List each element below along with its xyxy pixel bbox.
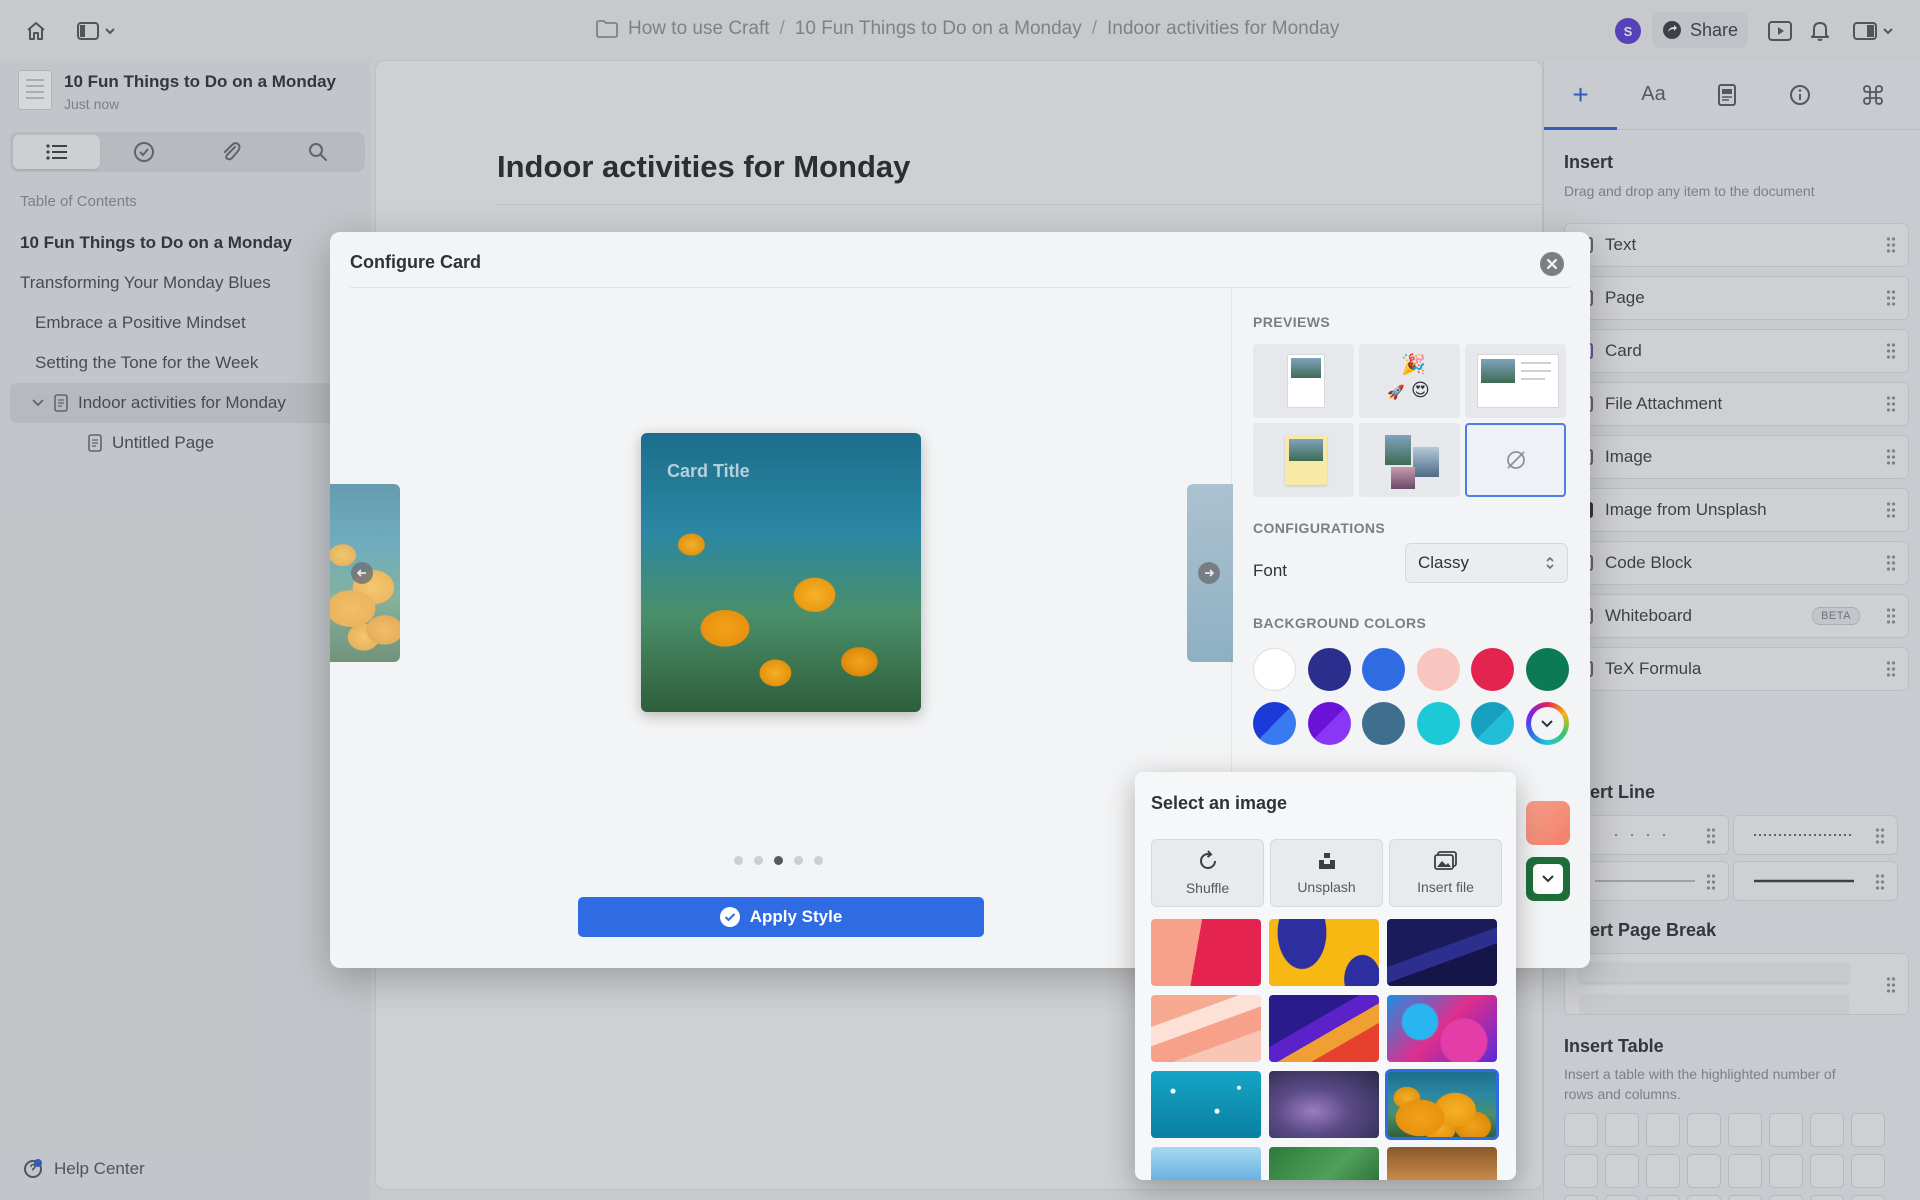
image-thumbnail[interactable] <box>1151 1147 1261 1180</box>
image-grid <box>1151 919 1499 1180</box>
carousel-dot[interactable] <box>734 856 743 865</box>
font-label: Font <box>1253 561 1288 580</box>
color-swatch[interactable] <box>1362 648 1405 691</box>
color-swatch[interactable] <box>1471 648 1514 691</box>
image-icon <box>1433 851 1457 870</box>
card-title: Card Title <box>667 461 750 481</box>
insert-file-button[interactable]: Insert file <box>1389 839 1502 907</box>
font-select[interactable]: Classy <box>1405 543 1568 583</box>
previous-arrow-button[interactable] <box>351 562 373 584</box>
image-thumbnail[interactable] <box>1269 919 1379 986</box>
image-thumbnail[interactable] <box>1269 1071 1379 1138</box>
carousel-dot[interactable] <box>794 856 803 865</box>
select-image-popover: Select an image Shuffle Unsplash Insert … <box>1135 772 1516 1180</box>
image-thumbnail[interactable] <box>1269 1147 1379 1180</box>
card-preview[interactable]: Card Title <box>641 433 921 712</box>
carousel-dot[interactable] <box>814 856 823 865</box>
color-swatch[interactable] <box>1525 648 1569 691</box>
heart-eyes-icon: 😍 <box>1411 380 1430 400</box>
popover-title: Select an image <box>1151 793 1288 813</box>
color-swatch[interactable] <box>1253 648 1296 691</box>
popover-actions: Shuffle Unsplash Insert file <box>1151 839 1502 907</box>
image-background-swatch[interactable] <box>1526 801 1570 845</box>
image-thumbnail[interactable] <box>1269 995 1379 1062</box>
color-swatch[interactable] <box>1253 702 1296 745</box>
previews-heading: PREVIEWS <box>1253 314 1331 330</box>
close-icon <box>1547 259 1557 269</box>
rocket-icon: 🚀 <box>1387 384 1405 400</box>
chevron-down-icon <box>1542 875 1554 883</box>
preview-option-side-by-side[interactable] <box>1465 344 1566 418</box>
image-thumbnail[interactable] <box>1151 1071 1261 1138</box>
preview-option-none[interactable] <box>1465 423 1566 497</box>
next-arrow-button[interactable] <box>1198 562 1220 584</box>
preview-option-collage[interactable] <box>1359 423 1460 497</box>
modal-title: Configure Card <box>350 252 482 272</box>
image-thumbnail[interactable] <box>1387 919 1497 986</box>
carousel-dot[interactable] <box>754 856 763 865</box>
image-thumbnail[interactable] <box>1387 1147 1497 1180</box>
insert-file-label: Insert file <box>1417 879 1474 895</box>
apply-style-button[interactable]: Apply Style <box>578 897 984 937</box>
image-thumbnail[interactable] <box>1387 995 1497 1062</box>
arrow-right-icon <box>1205 569 1215 577</box>
check-circle-icon <box>719 907 740 927</box>
carousel-dot[interactable] <box>774 856 783 865</box>
shuffle-button[interactable]: Shuffle <box>1151 839 1264 907</box>
preview-option-sticky-note[interactable] <box>1253 423 1354 497</box>
party-icon: 🎉 <box>1401 354 1426 376</box>
image-thumbnail-selected[interactable] <box>1385 1069 1499 1140</box>
image-picker-toggle[interactable] <box>1526 857 1570 901</box>
color-swatch[interactable] <box>1416 648 1460 691</box>
refresh-icon <box>1199 850 1216 869</box>
unsplash-icon <box>1318 853 1335 869</box>
font-select-value: Classy <box>1418 553 1470 572</box>
divider <box>350 287 1570 288</box>
custom-color-button[interactable] <box>1525 702 1569 745</box>
close-button[interactable] <box>1540 252 1564 276</box>
shuffle-label: Shuffle <box>1185 880 1230 896</box>
color-swatch[interactable] <box>1362 702 1405 745</box>
color-swatch[interactable] <box>1471 702 1514 745</box>
image-thumbnail[interactable] <box>1151 995 1261 1062</box>
preview-option-card-doc[interactable] <box>1253 344 1354 418</box>
background-colors-heading: BACKGROUND COLORS <box>1253 615 1427 631</box>
apply-style-label: Apply Style <box>749 907 843 926</box>
carousel-pagination[interactable] <box>734 856 823 865</box>
arrow-left-icon <box>356 569 366 577</box>
color-swatch[interactable] <box>1307 648 1351 691</box>
image-thumbnail[interactable] <box>1151 919 1261 986</box>
no-preview-icon <box>1506 451 1525 469</box>
configurations-heading: CONFIGURATIONS <box>1253 520 1386 536</box>
chevron-updown-icon <box>1546 556 1554 570</box>
preview-option-emoji[interactable]: 🎉 🚀 😍 <box>1359 344 1460 418</box>
previews-grid: 🎉 🚀 😍 <box>1253 344 1566 497</box>
color-swatch[interactable] <box>1307 702 1351 745</box>
color-swatch[interactable] <box>1416 702 1460 745</box>
chevron-down-icon <box>1541 719 1553 727</box>
unsplash-button[interactable]: Unsplash <box>1270 839 1383 907</box>
unsplash-label: Unsplash <box>1297 879 1356 895</box>
